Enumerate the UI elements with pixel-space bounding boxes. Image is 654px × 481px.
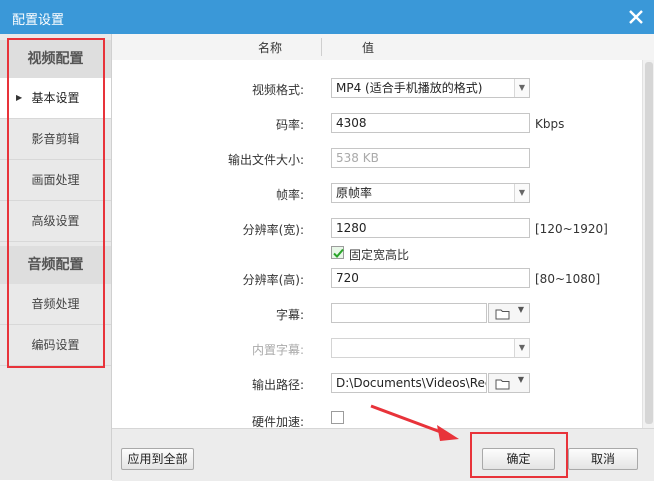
header-value: 值: [362, 41, 375, 55]
bitrate-label: 码率:: [275, 118, 304, 132]
sidebar-group-audio: 音频配置: [0, 246, 111, 284]
title-bar: 配置设置: [0, 0, 654, 34]
res-width-range: [120~1920]: [535, 222, 608, 236]
sidebar-item-label: 基本设置: [31, 91, 80, 105]
folder-icon: [495, 309, 510, 320]
subtitle-browse-button[interactable]: ▼: [488, 303, 530, 323]
sidebar-item-label: 影音剪辑: [31, 132, 80, 146]
header-name: 名称: [258, 41, 283, 55]
vertical-scrollbar[interactable]: [642, 60, 654, 428]
res-height-input[interactable]: 720: [331, 268, 530, 288]
video-format-value: MP4 (适合手机播放的格式): [336, 81, 483, 95]
res-height-range: [80~1080]: [535, 272, 601, 286]
embedded-subtitle-label: 内置字幕:: [251, 343, 304, 357]
sidebar-item-encoding[interactable]: 编码设置: [0, 325, 111, 366]
video-format-label: 视频格式:: [251, 83, 304, 97]
sidebar-item-label: 音频处理: [31, 297, 80, 311]
lock-aspect-label: 固定宽高比: [349, 248, 410, 262]
res-width-label: 分辨率(宽):: [242, 223, 304, 237]
sidebar-item-label: 高级设置: [31, 214, 80, 228]
header-divider: [321, 38, 322, 56]
cancel-button[interactable]: 取消: [568, 448, 638, 470]
ok-button[interactable]: 确定: [482, 448, 555, 470]
sidebar-item-label: 画面处理: [31, 173, 80, 187]
output-path-browse-button[interactable]: ▼: [488, 373, 530, 393]
table-header: 名称 值: [112, 34, 654, 61]
output-size-field: 538 KB: [331, 148, 530, 168]
sidebar-item-basic[interactable]: ▶ 基本设置: [0, 78, 111, 119]
video-format-select[interactable]: MP4 (适合手机播放的格式) ▼: [331, 78, 530, 98]
selected-arrow-icon: ▶: [16, 93, 23, 102]
bitrate-input[interactable]: 4308: [331, 113, 530, 133]
close-icon: [629, 10, 643, 24]
apply-all-button[interactable]: 应用到全部: [121, 448, 194, 470]
res-height-label: 分辨率(高):: [242, 273, 304, 287]
bitrate-unit: Kbps: [535, 117, 565, 131]
chevron-down-icon: ▼: [517, 375, 524, 384]
hw-accel-checkbox[interactable]: [331, 411, 344, 424]
sidebar-group-video: 视频配置: [0, 40, 111, 78]
chevron-down-icon: ▼: [517, 305, 524, 314]
sidebar: 视频配置 ▶ 基本设置 影音剪辑 画面处理 高级设置 音频配置 音频处理 编码设…: [0, 34, 112, 480]
chevron-down-icon: ▼: [514, 79, 529, 97]
framerate-value: 原帧率: [336, 186, 373, 200]
sidebar-item-label: 编码设置: [31, 338, 80, 352]
sidebar-item-picture[interactable]: 画面处理: [0, 160, 111, 201]
folder-icon: [495, 379, 510, 390]
output-size-label: 输出文件大小:: [227, 153, 304, 167]
subtitle-label: 字幕:: [275, 308, 304, 322]
subtitle-input[interactable]: [331, 303, 487, 323]
sidebar-item-audio-processing[interactable]: 音频处理: [0, 284, 111, 325]
chevron-down-icon: ▼: [514, 184, 529, 202]
chevron-down-icon: ▼: [514, 339, 529, 357]
window-title: 配置设置: [12, 13, 65, 28]
res-width-input[interactable]: 1280: [331, 218, 530, 238]
settings-panel: 视频格式: MP4 (适合手机播放的格式) ▼ 码率: 4308 Kbps 输出…: [112, 60, 642, 429]
embedded-subtitle-select: ▼: [331, 338, 530, 358]
framerate-label: 帧率:: [275, 188, 304, 202]
checkmark-icon: [333, 248, 344, 258]
sidebar-item-editing[interactable]: 影音剪辑: [0, 119, 111, 160]
close-button[interactable]: [624, 5, 648, 29]
output-path-input[interactable]: D:\Documents\Videos\Reco: [331, 373, 487, 393]
dialog-footer: 应用到全部 确定 取消: [112, 428, 654, 481]
framerate-select[interactable]: 原帧率 ▼: [331, 183, 530, 203]
output-path-label: 输出路径:: [251, 378, 304, 392]
lock-aspect-checkbox[interactable]: [331, 246, 344, 259]
sidebar-item-advanced[interactable]: 高级设置: [0, 201, 111, 242]
scrollbar-thumb[interactable]: [645, 62, 653, 424]
